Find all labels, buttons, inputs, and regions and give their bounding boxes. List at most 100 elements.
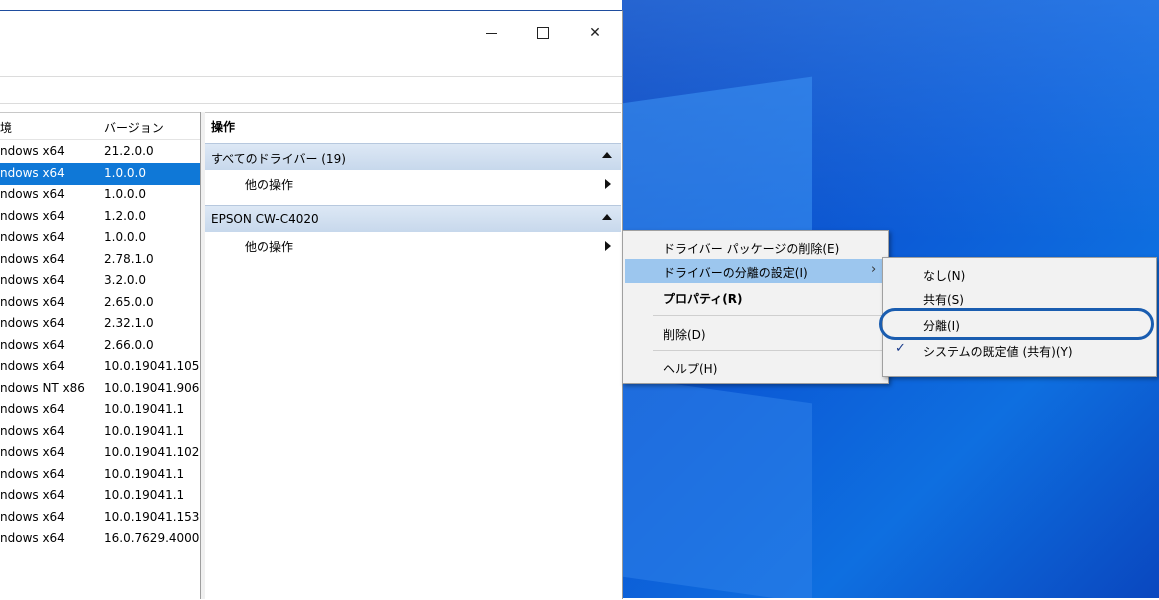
menu-item-isolation-settings[interactable]: ドライバーの分離の設定(I) ›: [625, 259, 886, 283]
submenu-item-label: なし(N): [923, 269, 966, 283]
table-row[interactable]: ndows x64 1.0.0.0: [0, 162, 200, 185]
maximize-icon: [537, 27, 549, 39]
table-row[interactable]: ndows x64 1.2.0.0: [0, 206, 200, 228]
menu-item-help[interactable]: ヘルプ(H): [625, 355, 886, 379]
windows-logo-pane-bottom: [622, 376, 812, 598]
actions-title-label: 操作: [211, 120, 236, 134]
driver-version: 1.0.0.0: [104, 165, 146, 180]
table-row[interactable]: ndows x64 10.0.19041.1052: [0, 356, 207, 378]
table-row[interactable]: ndows x64 10.0.19041.153: [0, 507, 200, 529]
driver-version: 16.0.7629.4000: [104, 531, 200, 545]
driver-version: 10.0.19041.1052: [104, 359, 208, 373]
submenu-arrow-icon: [605, 179, 611, 189]
title-bar: ✕: [0, 11, 622, 67]
menu-item-label: ドライバーの分離の設定(I): [663, 266, 808, 280]
print-management-window: ✕ 境 バージョン ndows x64 21.2.0.0 ndows x64 1.0.…: [0, 10, 623, 600]
driver-version: 10.0.19041.1: [104, 423, 185, 438]
table-row[interactable]: ndows x64 2.78.1.0: [0, 249, 200, 271]
driver-environment: ndows x64: [0, 466, 65, 481]
menu-item-properties[interactable]: プロパティ(R): [625, 285, 886, 309]
collapse-arrow-icon[interactable]: [602, 214, 612, 220]
driver-list: 境 バージョン ndows x64 21.2.0.0 ndows x64 1.0.0.…: [0, 112, 207, 600]
submenu-arrow-icon: [605, 241, 611, 251]
actions-title: 操作: [205, 113, 621, 139]
menu-item-delete[interactable]: 削除(D): [625, 321, 886, 345]
driver-version: 10.0.19041.1: [104, 402, 185, 416]
driver-environment: ndows x64: [0, 402, 65, 416]
column-header-version[interactable]: バージョン: [104, 119, 164, 136]
driver-version: 2.65.0.0: [104, 294, 154, 309]
highlight-callout: [879, 308, 1154, 340]
driver-environment: ndows x64: [0, 251, 65, 266]
driver-version: 1.0.0.0: [104, 230, 146, 244]
action-group-all-drivers[interactable]: すべてのドライバー (19): [205, 143, 621, 170]
table-row[interactable]: ndows x64 10.0.19041.1: [0, 464, 200, 486]
driver-version: 1.0.0.0: [104, 187, 146, 201]
driver-environment: ndows x64: [0, 230, 65, 244]
minimize-button[interactable]: [468, 19, 514, 47]
driver-list-header: 境 バージョン: [0, 113, 200, 140]
close-button[interactable]: ✕: [572, 19, 618, 47]
table-row[interactable]: ndows x64 21.2.0.0: [0, 141, 200, 163]
actions-pane: 操作 すべてのドライバー (19) 他の操作 EPSON CW-C4020 他の…: [205, 112, 621, 600]
table-row[interactable]: ndows x64 10.0.19041.1023: [0, 442, 207, 464]
action-group-label: EPSON CW-C4020: [211, 212, 319, 226]
driver-version: 10.0.19041.906: [104, 380, 200, 395]
driver-version: 10.0.19041.1: [104, 488, 185, 502]
submenu-item-none[interactable]: なし(N): [885, 262, 1154, 286]
table-row[interactable]: ndows x64 10.0.19041.1: [0, 399, 200, 421]
menu-item-delete-package[interactable]: ドライバー パッケージの削除(E): [625, 235, 886, 259]
action-group-label: すべてのドライバー (19): [211, 152, 346, 166]
table-row[interactable]: ndows x64 10.0.19041.1: [0, 421, 200, 443]
menu-separator: [653, 315, 883, 316]
table-row[interactable]: ndows x64 2.65.0.0: [0, 292, 200, 314]
submenu-item-shared[interactable]: 共有(S): [885, 286, 1154, 310]
driver-version: 2.32.1.0: [104, 316, 154, 330]
table-row[interactable]: ndows NT x86 10.0.19041.906: [0, 378, 200, 400]
submenu-item-label: システムの既定値 (共有)(Y): [923, 345, 1073, 359]
maximize-button[interactable]: [520, 19, 566, 47]
action-group-epson[interactable]: EPSON CW-C4020: [205, 205, 621, 232]
menu-item-label: プロパティ(R): [663, 292, 743, 306]
driver-environment: ndows x64: [0, 337, 65, 352]
action-more-actions[interactable]: 他の操作: [205, 233, 621, 257]
driver-version: 2.78.1.0: [104, 251, 154, 266]
driver-version: 3.2.0.0: [104, 273, 146, 287]
driver-version: 1.2.0.0: [104, 208, 146, 223]
driver-environment: ndows x64: [0, 488, 65, 502]
table-row[interactable]: ndows x64 1.0.0.0: [0, 227, 200, 249]
driver-environment: ndows x64: [0, 165, 65, 180]
toolbar: [0, 76, 622, 104]
driver-environment: ndows x64: [0, 509, 65, 524]
driver-version: 10.0.19041.153: [104, 509, 200, 524]
menu-item-label: ヘルプ(H): [663, 362, 718, 376]
table-row[interactable]: ndows x64 2.32.1.0: [0, 313, 200, 335]
menu-item-label: ドライバー パッケージの削除(E): [663, 242, 840, 256]
driver-environment: ndows x64: [0, 445, 65, 459]
driver-environment: ndows x64: [0, 316, 65, 330]
table-row[interactable]: ndows x64 16.0.7629.4000: [0, 528, 200, 550]
table-row[interactable]: ndows x64 1.0.0.0: [0, 184, 200, 206]
driver-environment: ndows NT x86: [0, 380, 85, 395]
table-row[interactable]: ndows x64 2.66.0.0: [0, 335, 200, 357]
driver-environment: ndows x64: [0, 208, 65, 223]
column-header-environment[interactable]: 境: [0, 119, 12, 136]
driver-environment: ndows x64: [0, 187, 65, 201]
driver-environment: ndows x64: [0, 423, 65, 438]
minimize-icon: [485, 32, 497, 34]
driver-version: 10.0.19041.1: [104, 466, 185, 481]
driver-version: 10.0.19041.1023: [104, 445, 208, 459]
collapse-arrow-icon[interactable]: [602, 152, 612, 158]
driver-environment: ndows x64: [0, 144, 65, 158]
submenu-item-label: 共有(S): [923, 293, 964, 307]
driver-environment: ndows x64: [0, 273, 65, 287]
action-more-actions[interactable]: 他の操作: [205, 171, 621, 195]
action-item-label: 他の操作: [245, 240, 294, 254]
context-menu: ドライバー パッケージの削除(E) ドライバーの分離の設定(I) › プロパティ(…: [622, 230, 889, 384]
action-item-label: 他の操作: [245, 178, 294, 192]
chevron-right-icon: ›: [871, 262, 877, 277]
menu-separator: [653, 350, 883, 351]
table-row[interactable]: ndows x64 3.2.0.0: [0, 270, 200, 292]
submenu-item-system-default[interactable]: ✓ システムの既定値 (共有)(Y): [885, 338, 1154, 362]
table-row[interactable]: ndows x64 10.0.19041.1: [0, 485, 200, 507]
